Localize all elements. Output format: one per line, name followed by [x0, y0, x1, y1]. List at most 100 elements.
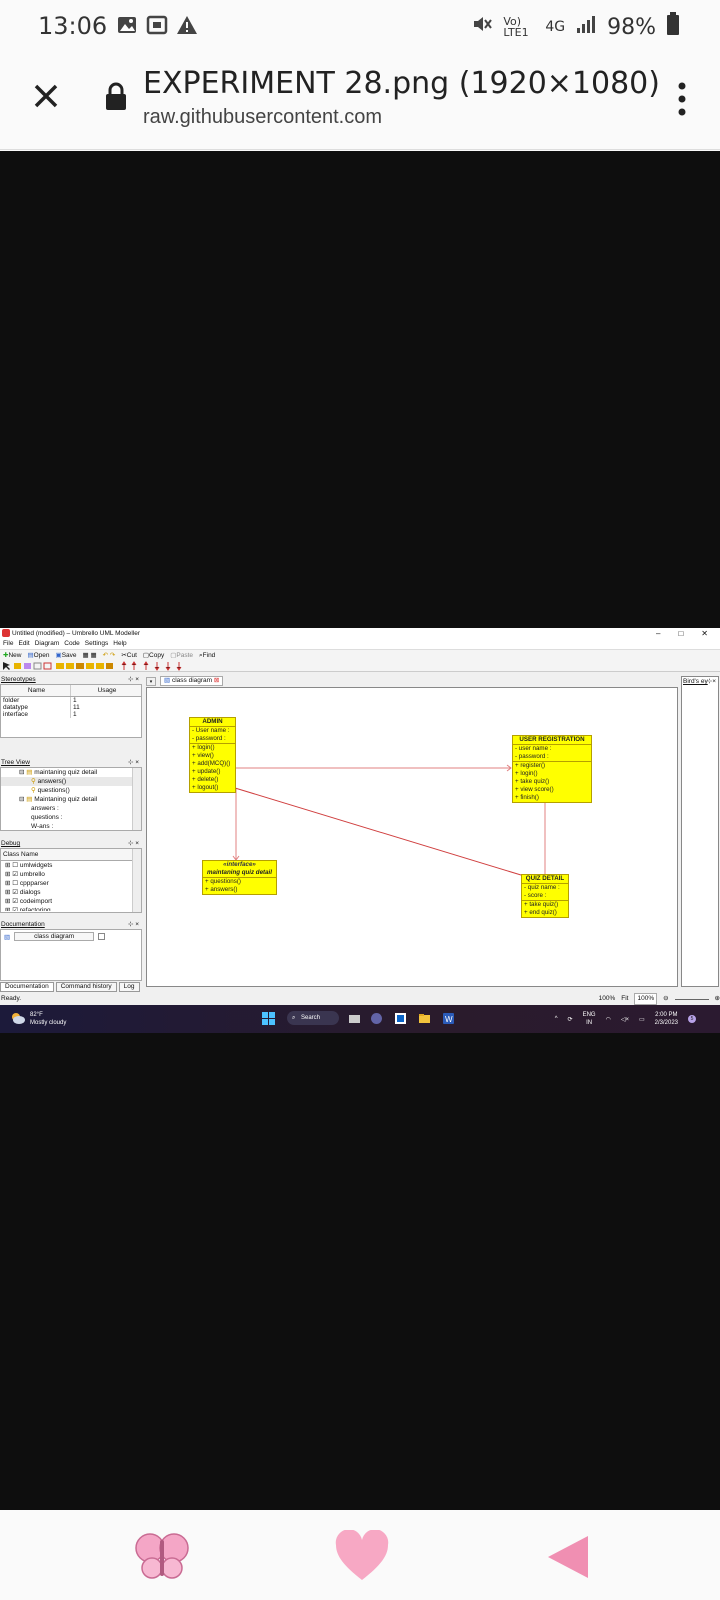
weather-widget[interactable]: 82°F Mostly cloudy: [10, 1011, 66, 1027]
tab-documentation[interactable]: Documentation: [0, 982, 54, 992]
teams-icon[interactable]: [370, 1012, 383, 1025]
list-item[interactable]: ⊞ ☑ umbrello: [1, 870, 141, 879]
language-indicator[interactable]: ENG IN: [583, 1011, 596, 1027]
close-window-button[interactable]: ✕: [701, 628, 708, 639]
zoom-out-icon[interactable]: ⊖: [663, 993, 668, 1005]
diagram-canvas[interactable]: ADMIN - User name : - password : + login…: [146, 687, 678, 987]
debug-column-header[interactable]: Class Name: [1, 849, 132, 861]
word-icon[interactable]: W: [442, 1012, 455, 1025]
tree-scrollbar[interactable]: [132, 768, 141, 830]
class-admin[interactable]: ADMIN - User name : - password : + login…: [189, 717, 236, 793]
copy-button[interactable]: ▢Copy: [143, 650, 164, 660]
list-item[interactable]: ⊞ ☐ umlwidgets: [1, 861, 141, 870]
back-icon[interactable]: [544, 1534, 592, 1580]
doc-name-field[interactable]: class diagram: [14, 932, 95, 941]
restore-button[interactable]: □: [678, 628, 683, 639]
taskbar-clock[interactable]: 2:00 PM 2/3/2023: [655, 1011, 678, 1027]
documentation-panel: ▧ class diagram: [0, 929, 142, 981]
zoom-fit-button[interactable]: Fit: [621, 993, 628, 1005]
list-item[interactable]: ⊞ ☑ codeimport: [1, 897, 141, 906]
table-row[interactable]: datatype 11: [1, 704, 141, 711]
menu-edit[interactable]: Edit: [18, 639, 29, 649]
stereotypes-panel: Name Usage folder 1 datatype 11 interface 1: [0, 684, 142, 738]
list-item[interactable]: ⊞ ☐ cppparser: [1, 879, 141, 888]
file-explorer-icon[interactable]: [418, 1012, 431, 1025]
zoom-field[interactable]: 100%: [634, 993, 658, 1005]
window-title-bar: Untitled (modified) – Umbrello UML Model…: [0, 628, 720, 639]
zoom-in-icon[interactable]: ⊕: [715, 993, 720, 1005]
notification-badge[interactable]: 5: [688, 1015, 696, 1023]
tab-command-history[interactable]: Command history: [55, 982, 117, 992]
task-view-icon[interactable]: [348, 1012, 361, 1025]
paste-button[interactable]: ▢Paste: [170, 650, 193, 660]
list-item[interactable]: ⊞ ☑ dialogs: [1, 888, 141, 897]
doc-checkbox[interactable]: [98, 933, 106, 940]
tray-chevron-icon[interactable]: ^: [555, 1016, 558, 1022]
navigation-bar: [0, 1510, 720, 1600]
tab-log[interactable]: Log: [118, 982, 140, 992]
class-user-registration[interactable]: USER REGISTRATION - user name : - passwo…: [512, 735, 592, 803]
signal-icon: [575, 13, 597, 41]
save-button[interactable]: ▣Save: [56, 650, 77, 660]
diagram-toolbar: [0, 660, 720, 672]
page-title: EXPERIMENT 28.png (1920×1080): [143, 66, 660, 101]
butterfly-icon[interactable]: [134, 1530, 190, 1582]
undo-icon[interactable]: ↶ ↷: [103, 650, 116, 660]
battery-icon: [666, 12, 680, 42]
menu-file[interactable]: File: [3, 639, 13, 649]
status-line: Ready. 100% Fit 100% ⊖ ⊕: [0, 993, 720, 1005]
table-row[interactable]: interface 1: [1, 711, 141, 718]
cut-button[interactable]: ✂Cut: [121, 650, 137, 660]
open-button[interactable]: ▤Open: [27, 650, 49, 660]
zoom-slider[interactable]: [674, 993, 709, 1000]
umbrello-taskbar-icon[interactable]: [394, 1012, 407, 1025]
documentation-header: Documentation ⊹ ×: [0, 920, 142, 929]
tree-item[interactable]: W-ans :: [1, 822, 141, 831]
new-button[interactable]: ✚New: [3, 650, 21, 660]
windows-start-icon[interactable]: [262, 1012, 275, 1025]
close-icon[interactable]: [30, 80, 62, 112]
diagram-tools-icons[interactable]: [0, 660, 200, 672]
class-interface[interactable]: «interface» maintaning quiz detail + que…: [202, 860, 277, 895]
tree-view-panel: ⊟ ▤ maintaning quiz detail ⚲ answers() ⚲…: [0, 767, 142, 831]
debug-scrollbar[interactable]: [132, 849, 141, 912]
zoom-controls: 100% Fit 100% ⊖ ⊕: [599, 993, 720, 1005]
tree-item[interactable]: ⚲ answers(): [1, 777, 141, 786]
status-bar: 13:06 Vo) LTE1 4G 98%: [0, 0, 720, 52]
tree-item[interactable]: ⊟ ▤ maintaning quiz detail: [1, 768, 141, 777]
menu-help[interactable]: Help: [113, 639, 126, 649]
window-title: Untitled (modified) – Umbrello UML Model…: [12, 630, 140, 637]
minimize-button[interactable]: –: [656, 628, 660, 639]
menu-diagram[interactable]: Diagram: [35, 639, 60, 649]
column-name[interactable]: Name: [1, 685, 71, 696]
wifi-icon[interactable]: ◠: [606, 1016, 611, 1023]
tree-item[interactable]: ⊟ ▤ Maintaning quiz detail: [1, 795, 141, 804]
volume-icon[interactable]: ◁×: [621, 1016, 629, 1023]
battery-tray-icon[interactable]: ▭: [639, 1016, 645, 1023]
taskbar-search[interactable]: ⌕ Search: [287, 1011, 339, 1025]
debug-header: Debug ⊹ ×: [0, 839, 142, 848]
tree-item[interactable]: ⚲ questions(): [1, 786, 141, 795]
battery-level: 98%: [607, 14, 656, 40]
table-row[interactable]: folder 1: [1, 697, 141, 704]
more-options-icon[interactable]: [678, 82, 686, 116]
zoom-value: 100%: [598, 995, 616, 1002]
page-domain[interactable]: raw.githubusercontent.com: [143, 106, 382, 129]
tree-item[interactable]: answers :: [1, 804, 141, 813]
image-viewer: Untitled (modified) – Umbrello UML Model…: [0, 151, 720, 1510]
umbrello-screenshot: Untitled (modified) – Umbrello UML Model…: [0, 628, 720, 1033]
list-item[interactable]: ⊞ ☑ refactoring: [1, 906, 141, 911]
class-quiz-detail[interactable]: QUIZ DETAIL - quiz name : - score : + ta…: [521, 874, 569, 918]
heart-icon[interactable]: [334, 1529, 390, 1582]
print-icon[interactable]: ▦ ▦: [83, 650, 97, 660]
status-text: Ready.: [1, 995, 22, 1002]
tray-network-icon[interactable]: ⟳: [568, 1016, 573, 1023]
column-usage[interactable]: Usage: [71, 685, 141, 696]
menu-settings[interactable]: Settings: [85, 639, 109, 649]
find-button[interactable]: ⌕Find: [199, 650, 215, 660]
menu-code[interactable]: Code: [64, 639, 80, 649]
search-icon: ⌕: [292, 1015, 296, 1021]
tree-item[interactable]: questions :: [1, 813, 141, 822]
tab-class-diagram[interactable]: ▧ class diagram ⊠: [160, 676, 224, 686]
tab-list-icon[interactable]: ▾: [146, 676, 156, 686]
